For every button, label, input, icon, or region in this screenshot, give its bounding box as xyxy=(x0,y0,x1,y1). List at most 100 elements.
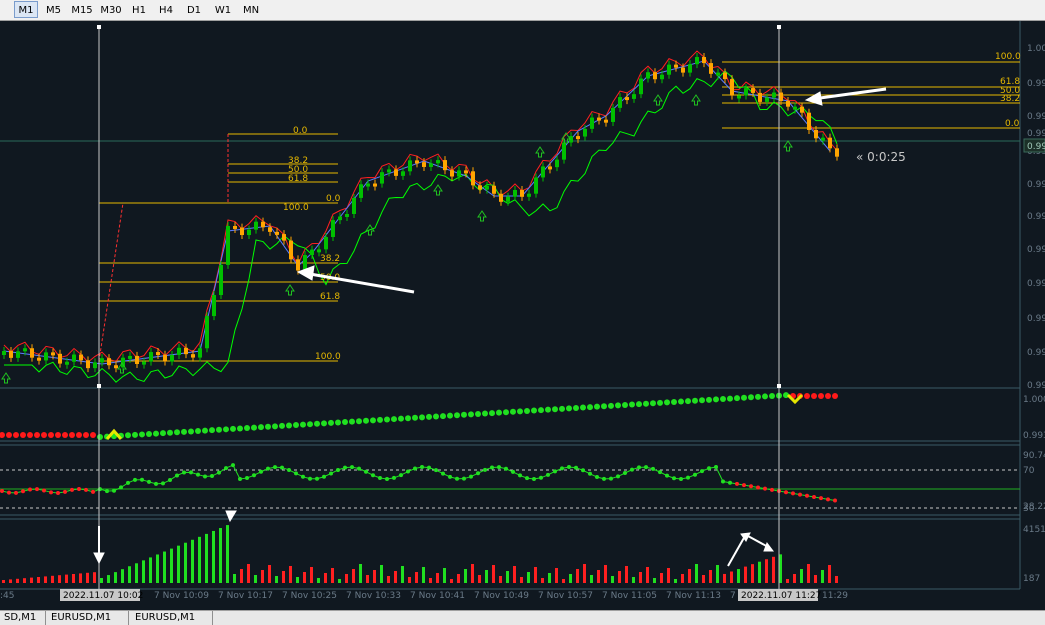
trend-dot xyxy=(258,424,264,431)
timeframe-button-m15[interactable]: M15 xyxy=(68,1,96,18)
time-label: 7 Nov 10:17 xyxy=(218,591,273,601)
volume-bar xyxy=(58,575,61,583)
candle-body xyxy=(51,352,55,356)
rsi-point xyxy=(770,487,774,492)
fib-label-100-mid: 100.0 xyxy=(283,203,309,213)
price-label: 0.99 xyxy=(1027,79,1045,89)
timeframe-button-h4[interactable]: H4 xyxy=(154,1,178,18)
candle-body xyxy=(604,119,608,123)
rsi-point xyxy=(147,479,151,484)
timeframe-button-m5[interactable]: M5 xyxy=(41,1,66,18)
trend-dot xyxy=(706,396,712,403)
volume-bar xyxy=(814,575,817,583)
trend-dot xyxy=(139,431,145,438)
candle-body xyxy=(695,57,699,65)
volume-bar xyxy=(464,569,467,583)
candle-body xyxy=(149,352,153,362)
fib-right-38: 38.2 xyxy=(1000,94,1020,104)
candle-body xyxy=(471,171,475,186)
rsi-point xyxy=(749,484,753,489)
price-label: 1.00 xyxy=(1027,44,1045,54)
chart-tab[interactable]: EURUSD,M1 xyxy=(131,611,213,625)
volume-bar xyxy=(289,566,292,583)
trend-dot xyxy=(657,399,663,406)
rsi-point xyxy=(35,487,39,492)
candle-body xyxy=(9,351,13,358)
rsi-point xyxy=(301,474,305,479)
trend-dot xyxy=(363,417,369,424)
trend-dot xyxy=(489,410,495,417)
candle-body xyxy=(513,190,517,197)
chart-area[interactable]: 0.0 38.2 50.0 61.8 100.0 0.0 38.2 50.0 6… xyxy=(0,21,1045,610)
chart-tab[interactable]: EURUSD,M1 xyxy=(47,611,129,625)
timeframe-button-w1[interactable]: W1 xyxy=(210,1,236,18)
trend-dot xyxy=(538,407,544,414)
candle-body xyxy=(58,353,62,364)
rsi-point xyxy=(84,487,88,492)
volume-bar xyxy=(72,574,75,583)
crosshair-handle[interactable] xyxy=(777,384,781,388)
volume-bar xyxy=(142,560,145,583)
candle-body xyxy=(184,347,188,355)
rsi-point xyxy=(7,490,11,495)
rsi-point xyxy=(714,465,718,470)
price-label: 0.99 xyxy=(1027,180,1045,190)
timeframe-button-mn[interactable]: MN xyxy=(238,1,264,18)
trend-dot xyxy=(643,400,649,407)
trend-dot xyxy=(769,393,775,400)
trend-dot xyxy=(741,394,747,401)
candle-body xyxy=(240,227,244,236)
trend-dot xyxy=(335,419,341,426)
trend-dot xyxy=(594,403,600,410)
volume-bar xyxy=(695,564,698,583)
rsi-point xyxy=(504,466,508,471)
volume-bar xyxy=(597,570,600,583)
volume-bar xyxy=(576,569,579,583)
trend-dot xyxy=(552,406,558,413)
rsi-point xyxy=(322,474,326,479)
volume-bar xyxy=(730,571,733,583)
timeframe-button-m30[interactable]: M30 xyxy=(97,1,125,18)
volume-bar xyxy=(247,564,250,583)
rsi-point xyxy=(21,489,25,494)
candle-body xyxy=(765,97,769,102)
candle-body xyxy=(814,129,818,139)
chart-tab[interactable]: SD,M1 xyxy=(0,611,46,625)
timeframe-button-h1[interactable]: H1 xyxy=(127,1,151,18)
candle-body xyxy=(450,170,454,177)
fib-right-0: 0.0 xyxy=(1005,119,1020,129)
trend-dot xyxy=(762,393,768,400)
candle-body xyxy=(436,160,440,164)
volume-bar xyxy=(100,578,103,583)
rsi-point xyxy=(560,466,564,471)
time-label: :45 xyxy=(0,591,14,601)
volume-bar xyxy=(408,577,411,583)
rsi-point xyxy=(651,466,655,471)
volume-bar xyxy=(506,571,509,583)
candle-body xyxy=(485,185,489,190)
crosshair-handle[interactable] xyxy=(777,25,781,29)
candle-body xyxy=(548,166,552,170)
current-price-label: 0.99 xyxy=(1027,142,1045,152)
volume-bar xyxy=(261,570,264,583)
crosshair-handle[interactable] xyxy=(97,25,101,29)
rsi-point xyxy=(518,473,522,478)
candle-body xyxy=(562,142,566,160)
candle-body xyxy=(79,354,83,361)
candle-body xyxy=(135,355,139,364)
volume-bar xyxy=(429,578,432,583)
volume-bar xyxy=(702,575,705,583)
rsi-point xyxy=(42,488,46,493)
rsi-point xyxy=(469,474,473,479)
crosshair-handle[interactable] xyxy=(97,384,101,388)
trend-dot xyxy=(433,413,439,420)
volume-bar xyxy=(331,568,334,583)
timeframe-button-d1[interactable]: D1 xyxy=(182,1,206,18)
fib-label-0: 0.0 xyxy=(293,126,308,136)
trend-dot xyxy=(503,409,509,416)
rsi-point xyxy=(413,466,417,471)
volume-bar xyxy=(93,572,96,583)
timeframe-button-m1[interactable]: M1 xyxy=(14,1,38,18)
trend-dot xyxy=(461,411,467,418)
volume-bar xyxy=(30,577,33,583)
